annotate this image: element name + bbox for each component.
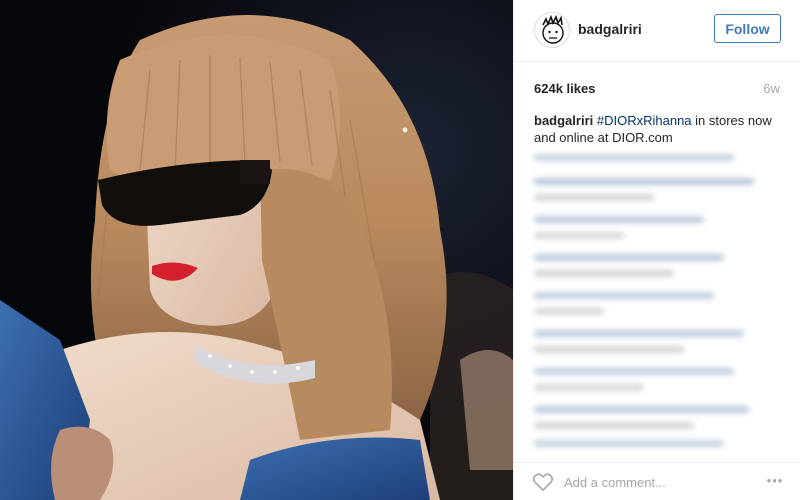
avatar-doodle-icon: [542, 14, 564, 44]
post-header: badgalriri Follow: [514, 0, 800, 62]
comment-bar: •••: [514, 462, 800, 500]
post-caption: badgalriri #DIORxRihanna in stores now a…: [534, 112, 779, 146]
blurred-comment-line: [534, 384, 644, 391]
blurred-comment-line: [534, 422, 694, 429]
blurred-comment-line: [534, 440, 724, 447]
instagram-post: badgalriri Follow 624k likes 6w badgalri…: [0, 0, 800, 500]
blurred-comment-line: [534, 232, 624, 239]
blurred-comment-line: [534, 406, 749, 413]
caption-hashtag[interactable]: #DIORxRihanna: [597, 113, 692, 128]
blurred-comment-line: [534, 368, 734, 375]
comments-list-blurred: [534, 150, 784, 450]
add-comment-input[interactable]: [564, 472, 754, 492]
blurred-comment-line: [534, 346, 684, 353]
blurred-comment-line: [534, 194, 654, 201]
post-username[interactable]: badgalriri: [578, 21, 642, 37]
blurred-comment-line: [534, 254, 724, 261]
likes-count[interactable]: 624k likes: [534, 81, 595, 96]
follow-button[interactable]: Follow: [714, 14, 781, 43]
blurred-comment-line: [534, 270, 674, 277]
blurred-comment-line: [534, 216, 704, 223]
blurred-comment-line: [534, 178, 754, 185]
blurred-comment-line: [534, 154, 734, 161]
more-options-icon[interactable]: •••: [762, 470, 788, 492]
blurred-comment-line: [534, 292, 714, 299]
avatar[interactable]: [534, 12, 570, 48]
post-sidebar: badgalriri Follow 624k likes 6w badgalri…: [513, 0, 800, 500]
caption-username[interactable]: badgalriri: [534, 113, 593, 128]
post-age[interactable]: 6w: [763, 81, 780, 96]
post-photo[interactable]: [0, 0, 513, 500]
blurred-comment-line: [534, 330, 744, 337]
blurred-comment-line: [534, 308, 604, 315]
heart-outline-icon[interactable]: [532, 472, 554, 492]
post-image: [0, 0, 513, 500]
